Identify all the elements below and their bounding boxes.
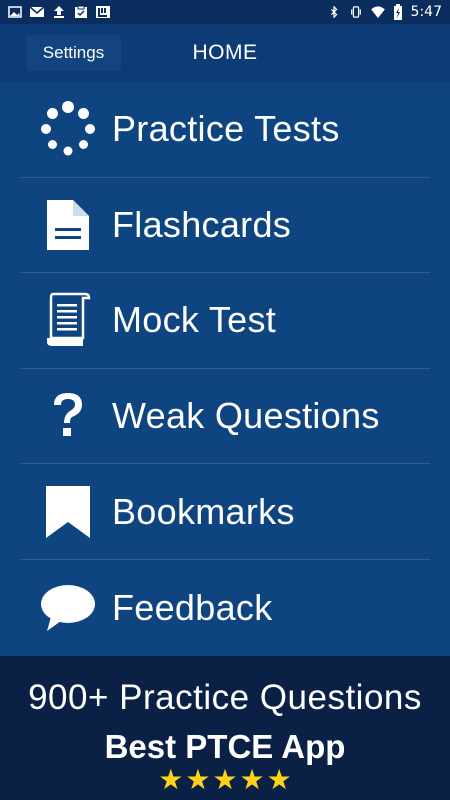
promo-banner[interactable]: 900+ Practice Questions Best PTCE App ★ … xyxy=(0,656,450,800)
question-icon xyxy=(38,386,98,446)
app-bar: Settings HOME xyxy=(0,24,450,82)
menu-item-bookmarks[interactable]: Bookmarks xyxy=(20,464,430,560)
menu-label: Feedback xyxy=(112,586,273,628)
settings-button[interactable]: Settings xyxy=(26,35,121,71)
menu-label: Bookmarks xyxy=(112,490,295,532)
star-icon: ★ xyxy=(185,764,211,795)
rating-stars: ★ ★ ★ ★ ★ xyxy=(0,766,450,794)
mail-icon xyxy=(30,6,44,17)
bookmark-icon xyxy=(38,482,98,542)
bluetooth-icon xyxy=(330,6,337,18)
menu-item-practice-tests[interactable]: Practice Tests xyxy=(20,82,430,178)
star-icon: ★ xyxy=(266,764,292,795)
menu-item-weak-questions[interactable]: Weak Questions xyxy=(20,369,430,465)
status-bar: 5:47 xyxy=(0,0,450,24)
battery-icon xyxy=(393,4,402,20)
clipboard-icon xyxy=(75,6,87,18)
menu-label: Flashcards xyxy=(112,203,292,245)
vibrate-icon xyxy=(350,6,361,18)
banner-headline: 900+ Practice Questions xyxy=(28,678,422,717)
star-icon: ★ xyxy=(212,764,238,795)
speech-bubble-icon xyxy=(38,578,98,638)
banner-subheadline: Best PTCE App xyxy=(104,728,346,765)
wifi-icon xyxy=(370,6,385,18)
star-icon: ★ xyxy=(239,764,265,795)
menu-item-mock-test[interactable]: Mock Test xyxy=(20,273,430,369)
star-icon: ★ xyxy=(158,764,184,795)
menu-label: Weak Questions xyxy=(112,395,380,437)
status-right: 5:47 xyxy=(327,4,442,20)
menu-item-flashcards[interactable]: Flashcards xyxy=(20,178,430,274)
menu-item-feedback[interactable]: Feedback xyxy=(20,560,430,656)
app-icon xyxy=(96,6,110,18)
status-time: 5:47 xyxy=(410,4,442,20)
spinner-icon xyxy=(38,99,98,159)
upload-icon xyxy=(54,6,64,18)
menu-label: Practice Tests xyxy=(112,108,340,150)
menu-label: Mock Test xyxy=(112,299,277,341)
status-left xyxy=(8,6,110,18)
scroll-icon xyxy=(38,290,98,350)
document-icon xyxy=(38,195,98,255)
home-menu: Practice Tests Flashcards Mock Test Weak… xyxy=(0,82,450,656)
image-icon xyxy=(8,6,22,18)
